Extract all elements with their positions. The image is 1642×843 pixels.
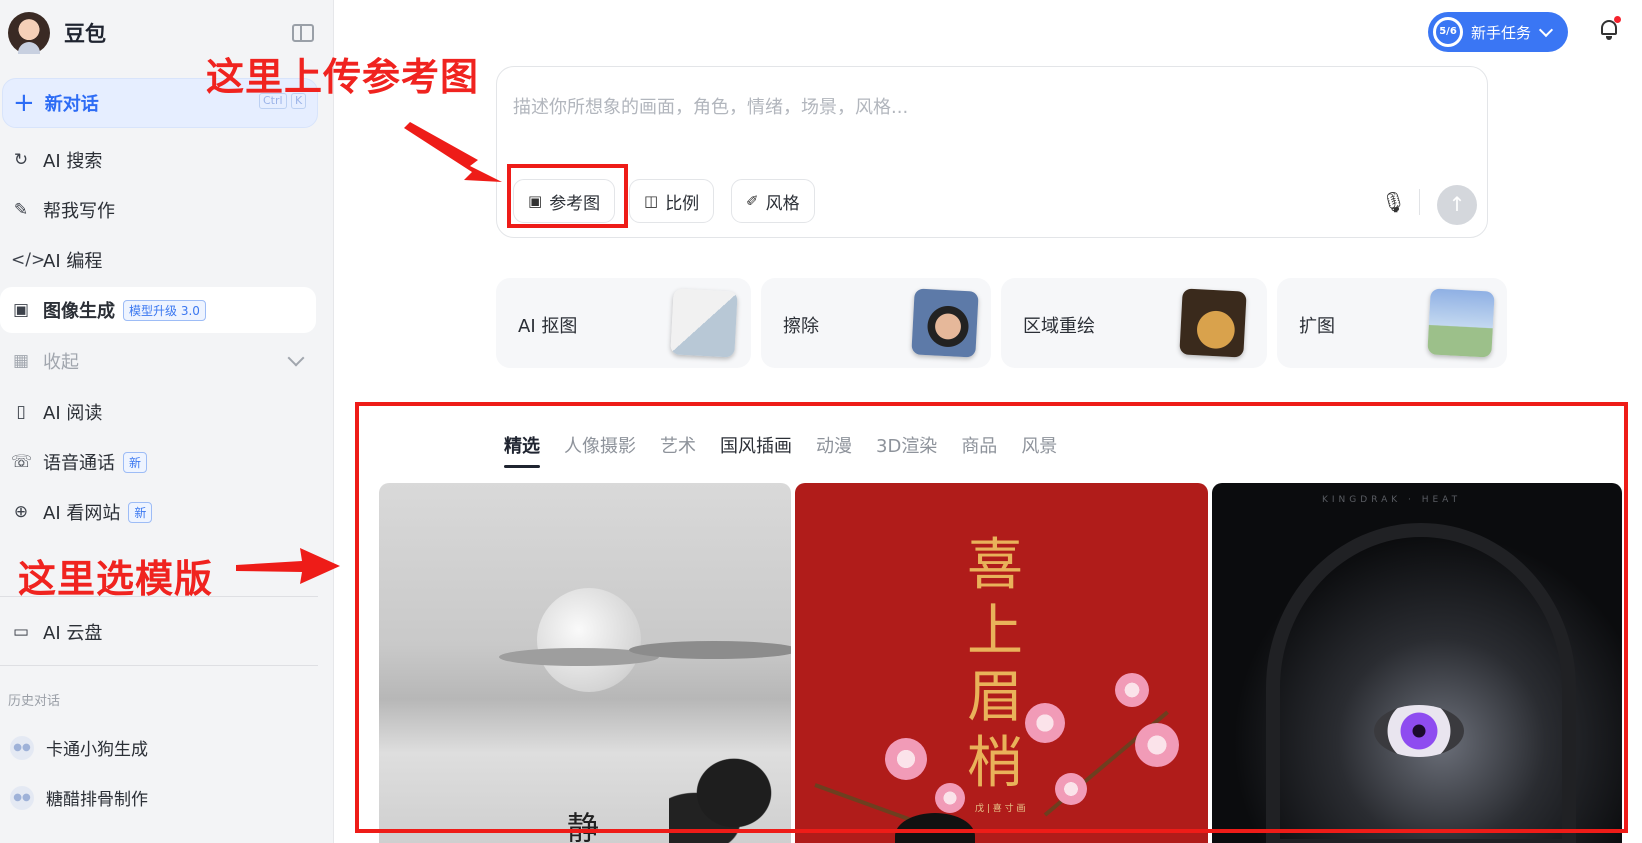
sidebar-item-label: AI 看网站 (43, 503, 121, 524)
tool-label: 风格 (765, 193, 800, 214)
folder-icon: ▭ (12, 622, 30, 642)
plus-icon: + (13, 88, 35, 118)
sidebar-item-ai-search[interactable]: ↻ AI 搜索 (0, 137, 316, 183)
feature-label: 扩图 (1299, 316, 1335, 337)
tool-label: 比例 (665, 193, 700, 214)
arrow-to-reference-icon (404, 122, 502, 182)
feature-label: AI 抠图 (518, 316, 578, 337)
sidebar-item-cloud-drive[interactable]: ▭ AI 云盘 (0, 609, 316, 655)
new-badge: 新 (123, 451, 148, 473)
annotation-upload-text: 这里上传参考图 (206, 55, 480, 99)
headphones-thumbnail (670, 288, 738, 358)
brush-icon: ✐ (746, 192, 759, 210)
sidebar-item-label: 图像生成 (43, 301, 115, 322)
sidebar-item-web[interactable]: ⊕ AI 看网站 新 (0, 489, 316, 535)
pen-icon: ✎ (13, 200, 29, 220)
sidebar-item-label: AI 编程 (43, 251, 103, 272)
microphone-icon[interactable]: 🎙 (1381, 190, 1406, 214)
new-badge: 新 (128, 501, 153, 523)
send-button[interactable]: ↑ (1437, 185, 1477, 225)
prompt-box[interactable]: 描述你所想象的画面，角色，情绪，场景，风格... ▣ 参考图 ◫ 比例 ✐ 风格… (496, 66, 1488, 238)
task-label: 新手任务 (1471, 23, 1532, 42)
ratio-button[interactable]: ◫ 比例 (629, 179, 715, 223)
brand[interactable]: 豆包 (8, 12, 106, 54)
chat-bubble-icon: ●● (10, 735, 34, 760)
history-item-label: 卡通小狗生成 (46, 740, 148, 760)
brand-name: 豆包 (64, 22, 106, 46)
feature-card-outpaint[interactable]: 扩图 (1277, 278, 1507, 368)
feature-card-inpaint[interactable]: 区域重绘 (1001, 278, 1267, 368)
novice-task-button[interactable]: 5/6 新手任务 (1428, 12, 1568, 52)
sidebar-item-label: 收起 (43, 352, 79, 373)
history-item[interactable]: ●● 卡通小狗生成 (10, 735, 148, 760)
feature-card-erase[interactable]: 擦除 (761, 278, 991, 368)
divider (0, 665, 318, 666)
history-title: 历史对话 (8, 694, 61, 709)
sidebar-item-voice-call[interactable]: ☏ 语音通话 新 (0, 439, 316, 485)
sidebar-item-label: 语音通话 (43, 453, 115, 474)
sidebar-item-collapse[interactable]: ▦ 收起 (0, 338, 316, 384)
chevron-down-icon (287, 349, 305, 367)
prompt-input[interactable]: 描述你所想象的画面，角色，情绪，场景，风格... (513, 93, 908, 119)
sidebar: 豆包 + 新对话 Ctrl K ↻ AI 搜索 ✎ 帮我写作 </> AI 编程… (0, 0, 334, 843)
globe-icon: ⊕ (13, 502, 29, 522)
sidebar-item-image-generation[interactable]: ▣ 图像生成 模型升级 3.0 (0, 287, 316, 333)
sidebar-toggle-icon[interactable] (292, 24, 314, 42)
model-upgrade-badge: 模型升级 3.0 (123, 299, 206, 321)
sidebar-item-label: 帮我写作 (43, 201, 115, 222)
phone-icon: ☏ (11, 452, 33, 472)
history-item-label: 糖醋排骨制作 (46, 790, 148, 810)
sidebar-item-reading[interactable]: ▯ AI 阅读 (0, 389, 316, 435)
sidebar-item-label: AI 搜索 (43, 151, 103, 172)
sidebar-item-label: AI 云盘 (43, 623, 103, 644)
ratio-icon: ◫ (644, 192, 659, 210)
annotation-box-gallery (355, 402, 1628, 833)
history-item[interactable]: ●● 糖醋排骨制作 (10, 785, 148, 810)
grid-icon: ▦ (12, 351, 30, 371)
bell-clapper (1606, 36, 1612, 40)
new-chat-label: 新对话 (44, 94, 99, 115)
divider (1419, 189, 1420, 215)
child-thumbnail (911, 288, 979, 358)
sidebar-item-writing[interactable]: ✎ 帮我写作 (0, 187, 316, 233)
annotation-box-reference (507, 164, 628, 228)
chat-bubble-icon: ●● (10, 785, 34, 810)
app-window: 豆包 + 新对话 Ctrl K ↻ AI 搜索 ✎ 帮我写作 </> AI 编程… (0, 0, 1642, 843)
notification-dot (1614, 16, 1621, 23)
feature-label: 区域重绘 (1023, 316, 1095, 337)
image-icon: ▣ (12, 300, 30, 320)
code-icon: </> (11, 250, 46, 270)
landscape-thumbnail (1427, 288, 1495, 358)
feature-card-cutout[interactable]: AI 抠图 (496, 278, 751, 368)
feature-label: 擦除 (783, 316, 819, 337)
dog-thumbnail (1179, 288, 1247, 358)
search-refresh-icon: ↻ (13, 150, 29, 170)
task-progress-ring: 5/6 (1433, 17, 1463, 47)
avatar (8, 12, 50, 54)
annotation-template-text: 这里选模版 (18, 557, 214, 601)
bell-icon[interactable] (1599, 16, 1621, 40)
sidebar-item-label: AI 阅读 (43, 403, 103, 424)
book-icon: ▯ (16, 402, 26, 422)
chevron-down-icon (1538, 22, 1554, 37)
sidebar-item-coding[interactable]: </> AI 编程 (0, 237, 316, 283)
style-button[interactable]: ✐ 风格 (731, 179, 815, 223)
